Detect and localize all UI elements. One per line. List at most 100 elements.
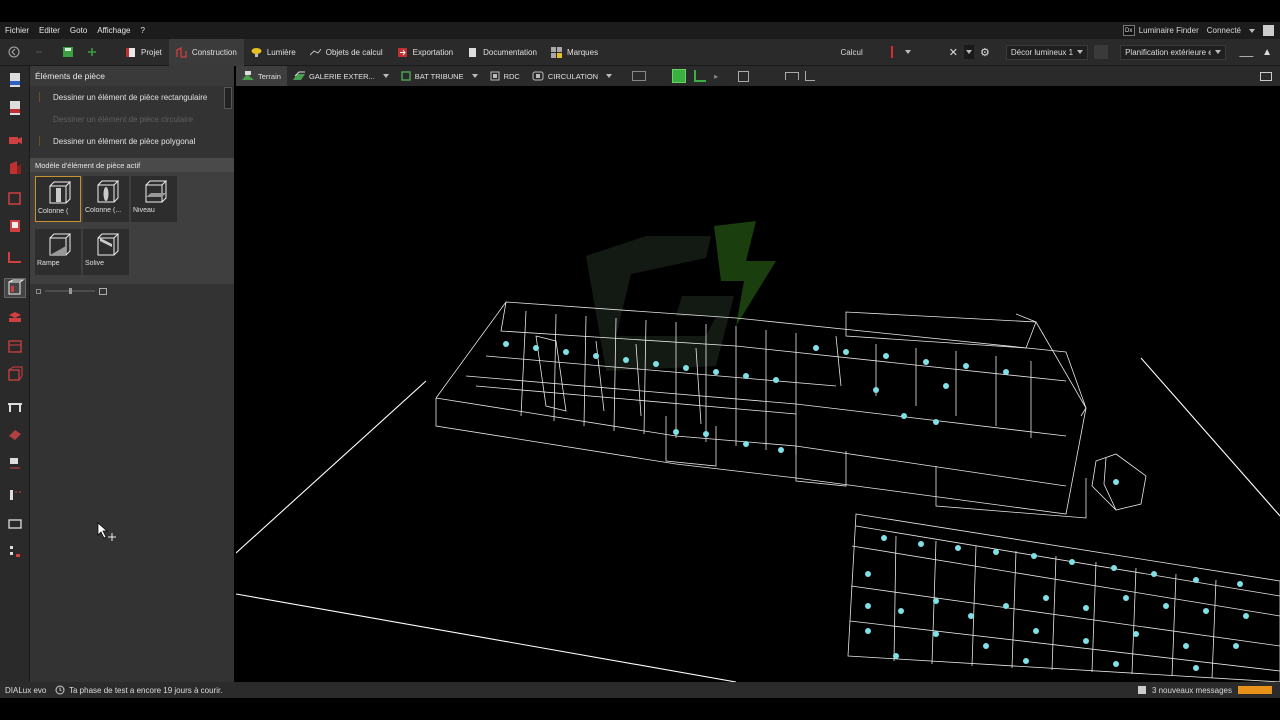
scene-dropdown-caret-icon [1077,50,1084,54]
menu-fichier[interactable]: Fichier [0,26,34,35]
plan-dropdown[interactable]: Planification extérieure e... [1120,44,1227,60]
tab-construction[interactable]: Construction [168,38,244,66]
tab-projet[interactable]: Projet [118,39,169,66]
room-element-icon[interactable] [4,278,26,298]
view-bat-tribune[interactable]: BAT TRIBUNE [395,66,484,86]
notification-indicator[interactable] [1238,686,1272,694]
roof-icon[interactable] [7,248,23,264]
tile-colonne-1[interactable]: Colonne ( [35,176,81,222]
view-galerie[interactable]: GALERIE EXTER... [287,66,395,86]
material-icon[interactable] [7,426,23,442]
slider-track[interactable] [45,288,95,294]
documentation-icon [469,47,477,57]
notifications-text[interactable]: 3 nouveaux messages [1152,686,1232,695]
room-icon[interactable] [7,190,23,206]
menu-goto[interactable]: Goto [65,26,92,35]
import-pdf-icon[interactable] [7,100,23,116]
furniture-icon[interactable] [7,398,23,414]
scene-toggle[interactable] [1094,45,1109,59]
bat-tribune-caret-icon[interactable] [471,74,478,78]
tab-lumiere[interactable]: Lumière [244,39,303,66]
view-circulation[interactable]: CIRCULATION [526,66,618,86]
view-rdc[interactable]: RDC [484,66,526,86]
new-icon[interactable] [84,44,100,60]
view-3d-icon[interactable] [672,69,687,83]
view-circulation-label: CIRCULATION [547,71,599,81]
mouse-cursor-icon [97,522,116,541]
calc-label[interactable]: Calcul [841,48,863,57]
ruler-icon[interactable] [1239,47,1259,57]
view-bat-tribune-label: BAT TRIBUNE [414,71,464,81]
tab-objets-calcul[interactable]: Objets de calcul [303,39,390,66]
tile-rampe[interactable]: Rampe [35,229,81,275]
box-icon[interactable] [7,366,23,382]
light-bulb-icon[interactable]: ▲ [1262,47,1272,58]
3d-viewport[interactable] [236,86,1280,682]
light-icon [251,47,262,57]
ceiling-icon[interactable] [7,310,23,326]
window-door-icon[interactable] [7,218,23,234]
save-icon[interactable] [60,44,76,60]
monitor-icon[interactable] [1260,71,1272,81]
draw-polygonal-element[interactable]: Dessiner un élément de pièce polygonal [30,130,234,152]
tab-documentation-label: Documentation [483,47,537,57]
scene-dropdown[interactable]: Décor lumineux 1 [1005,44,1089,60]
zoom-extent-icon[interactable] [738,70,750,82]
calc-caret-icon[interactable] [904,50,911,54]
trial-message[interactable]: Ta phase de test a encore 19 jours à cou… [55,685,222,695]
tile-colonne-2[interactable]: Colonne (... [83,176,129,222]
tab-marques[interactable]: Marques [544,39,605,66]
measure-icon[interactable] [785,72,800,80]
cut-icon[interactable] [7,338,23,354]
terrain-icon [242,71,254,80]
account-status[interactable]: Connecté [1207,26,1241,35]
menu-affichage[interactable]: Affichage [92,26,135,35]
back-icon[interactable] [6,44,22,60]
close-icon[interactable]: ✕ [949,46,958,59]
panel-scrollbar[interactable] [224,87,232,109]
galerie-caret-icon[interactable] [382,74,389,78]
menu-help[interactable]: ? [135,26,149,35]
menu-editer[interactable]: Editer [34,26,65,35]
options-icon[interactable] [963,45,974,59]
luminaire-finder-link[interactable]: Luminaire Finder [1139,26,1199,35]
import-file-icon[interactable] [7,72,23,88]
plan-dropdown-value: Planification extérieure e... [1125,47,1212,57]
tab-documentation[interactable]: Documentation [460,39,544,66]
calc-start-icon[interactable] [929,45,943,59]
view-more-icon[interactable]: ▸ [714,72,718,81]
building-icon[interactable] [7,160,23,176]
draw-rectangular-element[interactable]: Dessiner un élément de pièce rectangulai… [30,86,234,108]
points-icon[interactable] [7,544,23,560]
axis-icon[interactable] [805,71,816,81]
dimension-icon[interactable] [7,486,23,502]
luminaire-finder-icon[interactable]: Dx [1122,25,1135,36]
camera-icon[interactable] [7,132,23,148]
circulation-caret-icon[interactable] [606,74,613,78]
construction-icon [176,46,187,58]
export-icon [397,47,407,57]
floor-plan-icon[interactable] [632,71,647,81]
calc-objects-icon [309,48,321,55]
view-terrain[interactable]: Terrain [236,66,287,86]
calc-status-icon[interactable] [885,45,899,59]
wireframe-scene[interactable] [236,86,1280,682]
tile-niveau[interactable]: Niveau [131,176,177,222]
account-caret-icon[interactable] [1249,28,1255,33]
user-avatar[interactable] [1263,25,1274,36]
forward-icon[interactable] [30,44,46,60]
draw-circular-element[interactable]: Dessiner un élément de pièce circulaire [30,108,234,130]
label-icon[interactable] [7,456,23,472]
floor-icon [401,71,411,81]
tab-projet-label: Projet [141,47,162,57]
slider-max-icon [99,287,107,295]
view-wall-icon[interactable] [694,70,707,82]
rectangle-icon[interactable] [7,516,23,532]
view-bar: Terrain GALERIE EXTER... BAT TRIBUNE RDC… [236,66,1280,86]
tab-exportation[interactable]: Exportation [390,39,460,66]
settings-gear-icon[interactable]: ⚙ [980,46,990,59]
notification-icon[interactable] [1137,686,1146,694]
tile-size-slider[interactable] [30,284,234,298]
tile-solive[interactable]: Solive [83,229,129,275]
tab-objets-calcul-label: Objets de calcul [325,47,383,57]
